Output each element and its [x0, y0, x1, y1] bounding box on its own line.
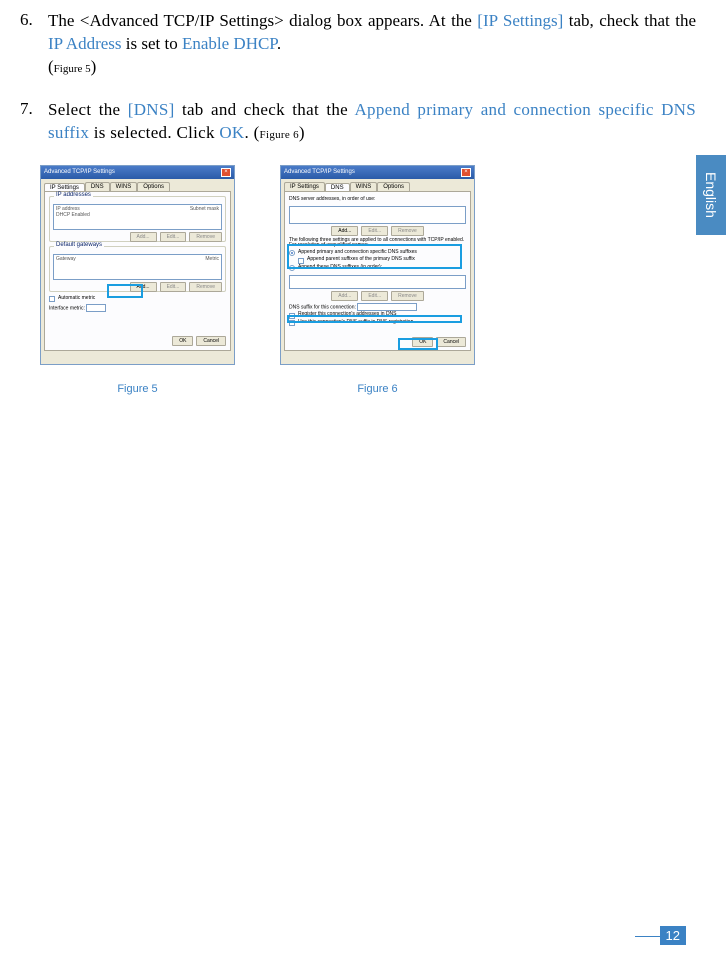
check-use-suffix-row: Use this connection's DNS suffix in DNS …: [289, 320, 466, 327]
step-7-text-d: . (: [244, 123, 259, 142]
ip-address-list: IP addressDHCP Enabled Subnet mask: [53, 204, 222, 230]
radio-append-primary-label: Append primary and connection specific D…: [298, 250, 417, 256]
interface-metric-field[interactable]: [86, 304, 106, 312]
tab-options-2[interactable]: Options: [377, 182, 410, 191]
auto-metric-row: Automatic metric: [49, 296, 226, 303]
step-6-ipaddress-ref: IP Address: [48, 34, 122, 53]
step-6-text: The <Advanced TCP/IP Settings> dialog bo…: [48, 10, 696, 79]
add-button[interactable]: Add...: [130, 232, 157, 242]
interface-metric-row: Interface metric:: [49, 304, 226, 312]
tab-dns[interactable]: DNS: [85, 182, 110, 191]
figure-5-block: Advanced TCP/IP Settings × IP Settings D…: [40, 165, 235, 395]
auto-metric-label: Automatic metric: [58, 296, 95, 302]
remove-gateway-button[interactable]: Remove: [189, 282, 222, 292]
cancel-button-2[interactable]: Cancel: [436, 337, 466, 347]
col-subnet-mask: Subnet mask: [190, 206, 219, 228]
tabs-row: IP Settings DNS WINS Options: [41, 179, 234, 191]
step-7-text-c: is selected. Click: [89, 123, 219, 142]
tab-body-ip: IP addresses IP addressDHCP Enabled Subn…: [44, 191, 231, 351]
step-6-text-a: The <Advanced TCP/IP Settings> dialog bo…: [48, 11, 472, 30]
check-append-parent[interactable]: [298, 258, 304, 264]
col-metric: Metric: [205, 256, 219, 278]
figure-6-dialog: Advanced TCP/IP Settings × IP Settings D…: [280, 165, 475, 365]
edit-dns-button[interactable]: Edit...: [361, 226, 388, 236]
dialog-titlebar: Advanced TCP/IP Settings ×: [41, 166, 234, 179]
cancel-button[interactable]: Cancel: [196, 336, 226, 346]
step-6-number: 6.: [20, 10, 48, 79]
close-icon[interactable]: ×: [221, 168, 231, 177]
step-7-text-b: tab and check that the: [175, 100, 355, 119]
radio-append-these[interactable]: [289, 265, 295, 271]
col-ip-address: IP addressDHCP Enabled: [56, 206, 90, 228]
step-7-figref: Figure 6: [260, 129, 299, 141]
ok-button[interactable]: OK: [172, 336, 193, 346]
figure-6-caption: Figure 6: [357, 383, 397, 395]
edit-button[interactable]: Edit...: [160, 232, 187, 242]
step-6-figref: Figure 5: [54, 63, 91, 75]
add-suffix-button[interactable]: Add...: [331, 291, 358, 301]
remove-button[interactable]: Remove: [189, 232, 222, 242]
step-7: 7. Select the [DNS] tab and check that t…: [20, 99, 696, 145]
step-7-ok-ref: OK: [219, 123, 244, 142]
tab-wins-2[interactable]: WINS: [350, 182, 378, 191]
check-use-suffix[interactable]: [289, 320, 295, 326]
remove-dns-button[interactable]: Remove: [391, 226, 424, 236]
col-gateway: Gateway: [56, 256, 76, 278]
ok-button-2[interactable]: OK: [412, 337, 433, 347]
dns-suffix-field[interactable]: [357, 303, 417, 311]
check-register-label: Register this connection's addresses in …: [298, 312, 397, 318]
step-6: 6. The <Advanced TCP/IP Settings> dialog…: [20, 10, 696, 79]
tab-options[interactable]: Options: [137, 182, 170, 191]
step-6-text-d: .: [277, 34, 281, 53]
tabs-row-2: IP Settings DNS WINS Options: [281, 179, 474, 191]
auto-metric-checkbox[interactable]: [49, 296, 55, 302]
check-append-parent-row: Append parent suffixes of the primary DN…: [298, 257, 466, 264]
group-ip-addresses-label: IP addresses: [54, 192, 93, 198]
group-default-gateways: Default gateways Gateway Metric Add... E…: [49, 246, 226, 292]
edit-gateway-button[interactable]: Edit...: [160, 282, 187, 292]
radio-append-these-row: Append these DNS suffixes (in order):: [289, 265, 466, 272]
remove-suffix-button[interactable]: Remove: [391, 291, 424, 301]
step-7-number: 7.: [20, 99, 48, 145]
page-number: 12: [660, 926, 686, 945]
add-gateway-button[interactable]: Add...: [130, 282, 157, 292]
figure-6-block: Advanced TCP/IP Settings × IP Settings D…: [280, 165, 475, 395]
dns-servers-label: DNS server addresses, in order of use:: [289, 196, 466, 202]
dns-mid-text: The following three settings are applied…: [289, 238, 466, 249]
tab-wins[interactable]: WINS: [110, 182, 138, 191]
step-7-text-a: Select the: [48, 100, 128, 119]
group-default-gateways-label: Default gateways: [54, 242, 104, 248]
dns-server-list: [289, 206, 466, 224]
step-7-dns-ref: [DNS]: [128, 100, 175, 119]
check-append-parent-label: Append parent suffixes of the primary DN…: [307, 257, 415, 263]
tab-body-dns: DNS server addresses, in order of use: A…: [284, 191, 471, 351]
check-register[interactable]: [289, 313, 295, 319]
tab-ip-settings-2[interactable]: IP Settings: [284, 182, 325, 191]
radio-append-primary[interactable]: [289, 250, 295, 256]
radio-append-these-label: Append these DNS suffixes (in order):: [298, 265, 382, 271]
dns-suffix-list: [289, 275, 466, 289]
figure-5-caption: Figure 5: [117, 383, 157, 395]
dialog-title-2: Advanced TCP/IP Settings: [284, 169, 355, 175]
step-7-text-e: ): [299, 123, 305, 142]
step-7-text: Select the [DNS] tab and check that the …: [48, 99, 696, 145]
step-6-ipsettings-ref: [IP Settings]: [477, 11, 563, 30]
edit-suffix-button[interactable]: Edit...: [361, 291, 388, 301]
step-6-text-c: is set to: [122, 34, 182, 53]
check-use-suffix-label: Use this connection's DNS suffix in DNS …: [298, 320, 413, 326]
interface-metric-label: Interface metric:: [49, 306, 85, 312]
dialog-title: Advanced TCP/IP Settings: [44, 169, 115, 175]
close-icon-2[interactable]: ×: [461, 168, 471, 177]
group-ip-addresses: IP addresses IP addressDHCP Enabled Subn…: [49, 196, 226, 242]
dns-suffix-label: DNS suffix for this connection:: [289, 305, 356, 311]
language-tab: English: [696, 155, 726, 235]
dialog-titlebar-2: Advanced TCP/IP Settings ×: [281, 166, 474, 179]
gateway-list: Gateway Metric: [53, 254, 222, 280]
step-6-text-b: tab, check that the: [563, 11, 696, 30]
add-dns-button[interactable]: Add...: [331, 226, 358, 236]
figure-5-dialog: Advanced TCP/IP Settings × IP Settings D…: [40, 165, 235, 365]
step-6-enabledhcp-ref: Enable DHCP: [182, 34, 277, 53]
check-register-row: Register this connection's addresses in …: [289, 312, 466, 319]
dns-suffix-row: DNS suffix for this connection:: [289, 303, 466, 311]
